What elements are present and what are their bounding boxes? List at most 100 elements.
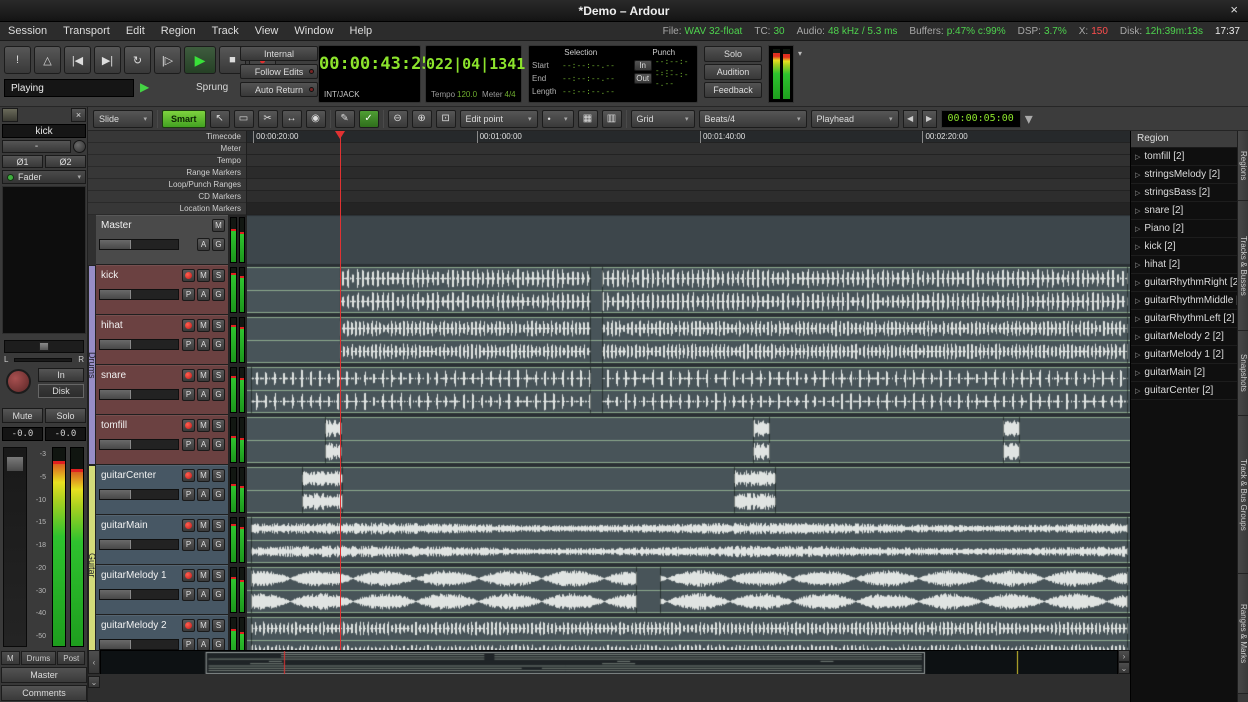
meter-value[interactable]: 4/4 bbox=[505, 90, 516, 99]
editor-canvas[interactable] bbox=[247, 215, 1130, 650]
track-mute-button[interactable]: M bbox=[197, 519, 210, 532]
expander-icon[interactable]: ▷ bbox=[1135, 189, 1140, 197]
region-item-snare-2[interactable]: ▷snare [2] bbox=[1131, 202, 1237, 220]
grab-tool[interactable]: ↖ bbox=[210, 110, 230, 128]
ruler-strip-tempo[interactable] bbox=[247, 155, 1130, 167]
track-header-guitarmelody-1[interactable]: guitarMelody 1MSPAG bbox=[96, 565, 228, 615]
track-automation-button[interactable]: A bbox=[197, 588, 210, 601]
track-group-button[interactable]: G bbox=[212, 238, 225, 251]
track-gain-slider[interactable] bbox=[99, 289, 179, 300]
playhead[interactable] bbox=[340, 131, 341, 650]
track-automation-button[interactable]: A bbox=[197, 338, 210, 351]
playlist-button[interactable]: P bbox=[182, 338, 195, 351]
region-item-guitarcenter-2[interactable]: ▷guitarCenter [2] bbox=[1131, 382, 1237, 400]
ruler-label-range-markers[interactable]: Range Markers bbox=[88, 167, 246, 179]
phase-button-1[interactable]: Ø1 bbox=[2, 155, 43, 168]
expander-icon[interactable]: ▷ bbox=[1135, 387, 1140, 395]
track-name-label[interactable]: kick bbox=[101, 270, 118, 281]
playlist-button[interactable]: P bbox=[182, 488, 195, 501]
ruler-strip-range-markers[interactable] bbox=[247, 167, 1130, 179]
side-tab-regions[interactable]: Regions bbox=[1238, 131, 1248, 201]
playlist-button[interactable]: P bbox=[182, 638, 195, 650]
track-mute-button[interactable]: M bbox=[197, 269, 210, 282]
ruler-label-cd-markers[interactable]: CD Markers bbox=[88, 191, 246, 203]
nudge-back-button[interactable]: ◀ bbox=[903, 110, 918, 128]
ruler-label-timecode[interactable]: Timecode bbox=[88, 131, 246, 143]
track-mute-button[interactable]: M bbox=[197, 319, 210, 332]
peak-display[interactable]: -0.0 bbox=[45, 427, 86, 441]
playlist-button[interactable]: P bbox=[182, 538, 195, 551]
edit-tool[interactable]: ✓ bbox=[359, 110, 379, 128]
side-tab-snapshots[interactable]: Snapshots bbox=[1238, 331, 1248, 416]
zoom-focus-button[interactable]: ▦ bbox=[578, 110, 598, 128]
ruler-label-location-markers[interactable]: Location Markers bbox=[88, 203, 246, 215]
expander-icon[interactable]: ▷ bbox=[1135, 351, 1140, 359]
menu-window[interactable]: Window bbox=[286, 22, 341, 41]
record-arm-button[interactable] bbox=[182, 619, 195, 632]
gain-fader-handle[interactable] bbox=[6, 456, 24, 472]
track-header-guitarmelody-2[interactable]: guitarMelody 2MSPAG bbox=[96, 615, 228, 650]
draw-tool[interactable]: ✎ bbox=[335, 110, 355, 128]
track-group-button[interactable]: G bbox=[212, 438, 225, 451]
ruler-strip-loop-punch-ranges[interactable] bbox=[247, 179, 1130, 191]
expander-icon[interactable]: ▷ bbox=[1135, 207, 1140, 215]
expander-icon[interactable]: ▷ bbox=[1135, 315, 1140, 323]
ruler-label-meter[interactable]: Meter bbox=[88, 143, 246, 155]
track-mute-button[interactable]: M bbox=[197, 419, 210, 432]
window-close-button[interactable]: × bbox=[1230, 2, 1238, 17]
record-arm-button[interactable] bbox=[182, 469, 195, 482]
track-solo-button[interactable]: S bbox=[212, 469, 225, 482]
track-header-guitarmain[interactable]: guitarMainMSPAG bbox=[96, 515, 228, 565]
trim-button[interactable]: - bbox=[2, 140, 71, 153]
track-name-label[interactable]: guitarMain bbox=[101, 520, 148, 531]
expander-icon[interactable]: ▷ bbox=[1135, 171, 1140, 179]
region-item-hihat-2[interactable]: ▷hihat [2] bbox=[1131, 256, 1237, 274]
note-value-dropdown[interactable]: •▾ bbox=[542, 110, 574, 128]
grid-unit-dropdown[interactable]: Beats/4▾ bbox=[699, 110, 807, 128]
zoom-fit-button[interactable]: ⊡ bbox=[436, 110, 456, 128]
smart-mode-toggle[interactable]: Smart bbox=[162, 110, 206, 128]
playlist-button[interactable]: P bbox=[182, 438, 195, 451]
primary-clock[interactable]: 00:00:43:25 INT/JACK bbox=[318, 45, 421, 103]
nudge-forward-button[interactable]: ▶ bbox=[922, 110, 937, 128]
side-tab-ranges-marks[interactable]: Ranges & Marks bbox=[1238, 574, 1248, 694]
disk-monitor-button[interactable]: Disk bbox=[38, 384, 84, 398]
edit-point-dropdown[interactable]: Edit point▾ bbox=[460, 110, 538, 128]
side-tab-track-bus-groups[interactable]: Track & Bus Groups bbox=[1238, 416, 1248, 574]
solo-global-button[interactable]: Solo bbox=[704, 46, 762, 62]
goto-end-button[interactable]: ▶| bbox=[94, 46, 121, 74]
strip-tab-post[interactable]: Post bbox=[57, 651, 85, 665]
track-mute-button[interactable]: M bbox=[197, 619, 210, 632]
zoom-out-button[interactable]: ⊖ bbox=[388, 110, 408, 128]
secondary-clock[interactable]: 022|04|1341 Tempo120.0Meter4/4 bbox=[425, 45, 522, 103]
playlist-button[interactable]: P bbox=[182, 388, 195, 401]
master-button[interactable]: Master bbox=[1, 667, 87, 683]
track-header-guitarcenter[interactable]: guitarCenterMSPAG bbox=[96, 465, 228, 515]
track-group-button[interactable]: G bbox=[212, 538, 225, 551]
region-item-guitarmain-2[interactable]: ▷guitarMain [2] bbox=[1131, 364, 1237, 382]
track-header-tomfill[interactable]: tomfillMSPAG bbox=[96, 415, 228, 465]
track-name-label[interactable]: guitarMelody 2 bbox=[101, 620, 167, 631]
summary-overview[interactable] bbox=[100, 650, 1118, 676]
strip-tab-drums[interactable]: Drums bbox=[21, 651, 57, 665]
gain-fader[interactable] bbox=[3, 447, 27, 647]
fader-mode-button[interactable]: Fader ▾ bbox=[2, 170, 86, 184]
track-automation-button[interactable]: A bbox=[197, 438, 210, 451]
expander-icon[interactable]: ▷ bbox=[1135, 261, 1140, 269]
region-item-guitarrhythmleft-2[interactable]: ▷guitarRhythmLeft [2] bbox=[1131, 310, 1237, 328]
trim-knob[interactable] bbox=[73, 140, 86, 153]
menu-help[interactable]: Help bbox=[342, 22, 381, 41]
audition-global-button[interactable]: Audition bbox=[704, 64, 762, 80]
gain-display[interactable]: -0.0 bbox=[2, 427, 43, 441]
track-solo-button[interactable]: S bbox=[212, 519, 225, 532]
goto-start-button[interactable]: |◀ bbox=[64, 46, 91, 74]
input-monitor-button[interactable]: In bbox=[38, 368, 84, 382]
track-group-button[interactable]: G bbox=[212, 488, 225, 501]
menu-region[interactable]: Region bbox=[153, 22, 204, 41]
play-range-button[interactable]: |▷ bbox=[154, 46, 181, 74]
playlist-button[interactable]: P bbox=[182, 288, 195, 301]
track-gain-slider[interactable] bbox=[99, 489, 179, 500]
tempo-value[interactable]: 120.0 bbox=[457, 90, 477, 99]
internal-button[interactable]: Internal bbox=[240, 46, 318, 61]
track-solo-button[interactable]: S bbox=[212, 619, 225, 632]
